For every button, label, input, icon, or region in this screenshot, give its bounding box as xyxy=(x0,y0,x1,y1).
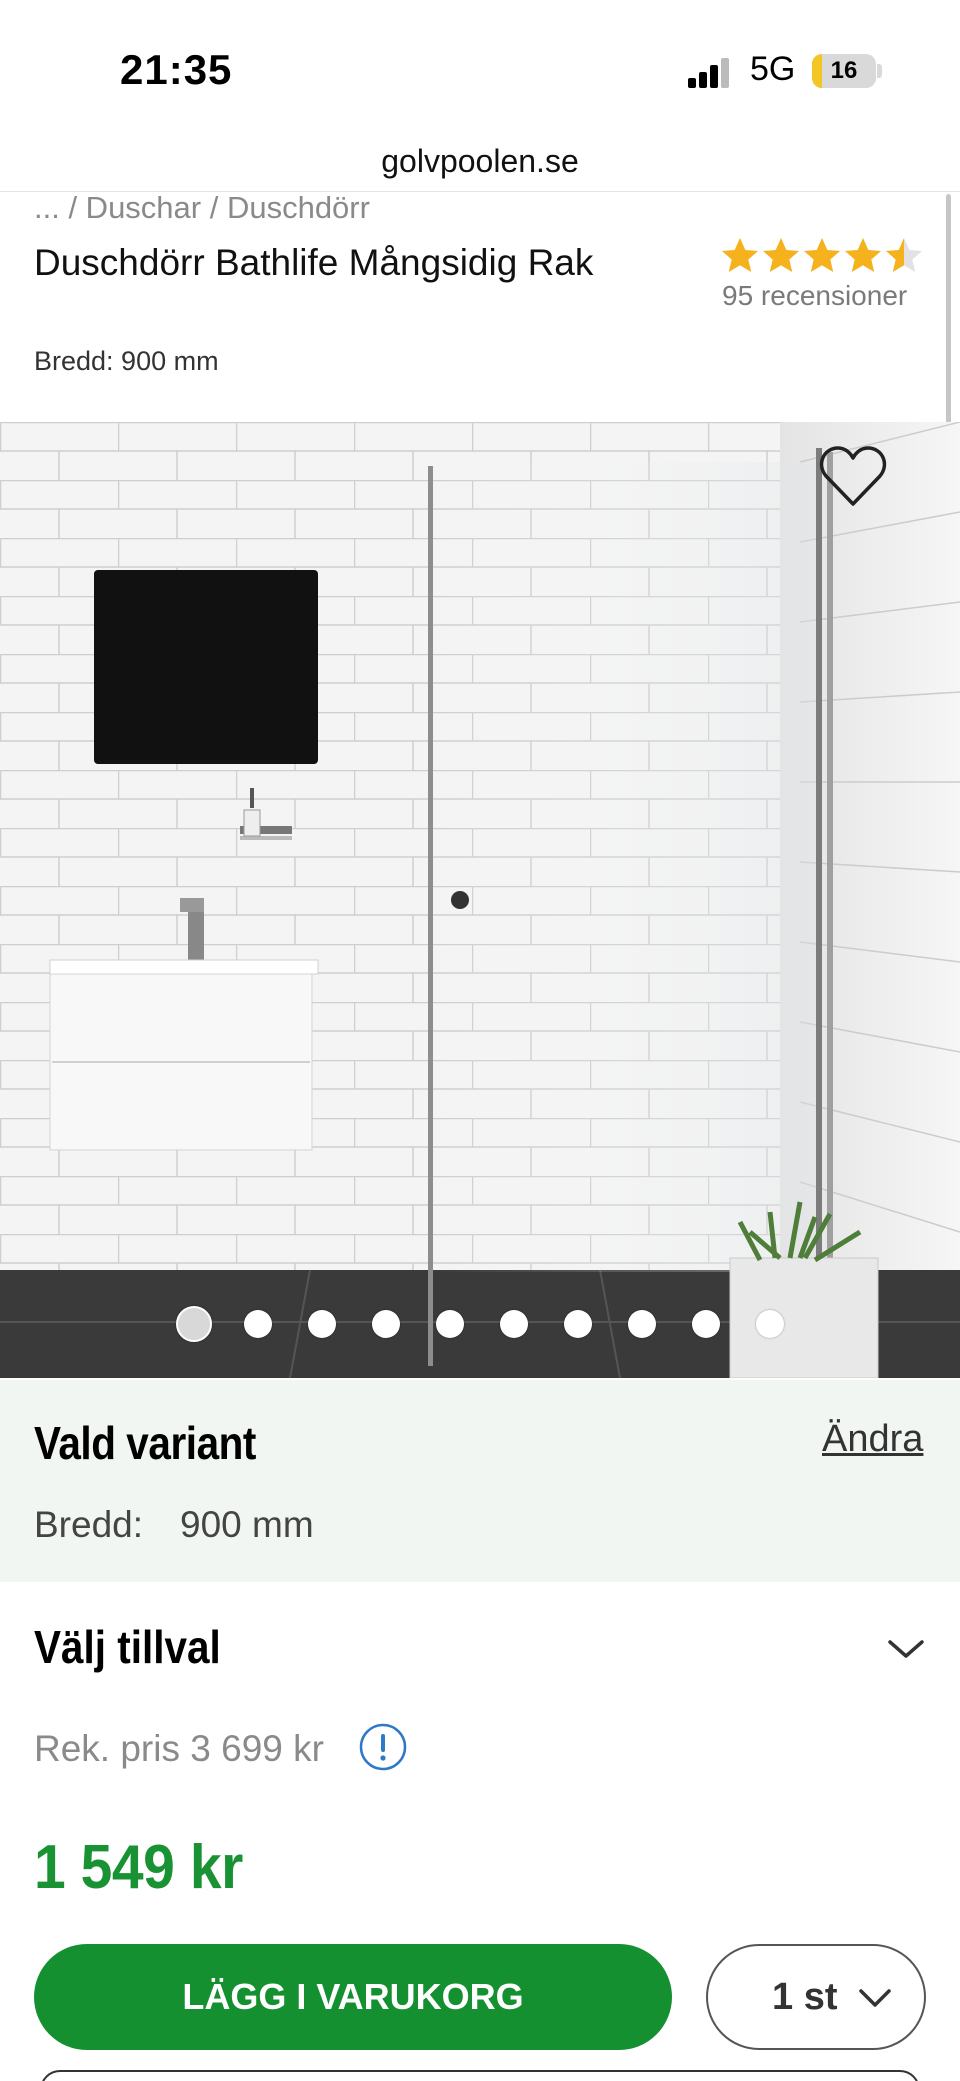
battery-level: 16 xyxy=(830,57,858,84)
chevron-down-icon xyxy=(859,1989,891,2007)
variant-width-value: 900 mm xyxy=(180,1504,314,1545)
carousel-dot[interactable] xyxy=(564,1310,592,1338)
options-heading: Välj tillval xyxy=(34,1621,221,1673)
carousel-dot[interactable] xyxy=(692,1310,720,1338)
battery-icon: 16 xyxy=(812,54,876,88)
product-title: Duschdörr Bathlife Mångsidig Rak xyxy=(34,242,594,283)
star-icon xyxy=(845,238,881,272)
carousel-dot[interactable] xyxy=(756,1310,784,1338)
signal-icon xyxy=(688,58,729,88)
rating-stars[interactable] xyxy=(720,236,930,276)
product-width-subtitle: Bredd: 900 mm xyxy=(34,346,219,376)
add-to-cart-button[interactable]: LÄGG I VARUKORG xyxy=(34,1944,672,2050)
secondary-button-edge[interactable] xyxy=(40,2070,920,2081)
status-bar: 21:35 5G 16 xyxy=(0,0,960,130)
network-type: 5G xyxy=(750,50,796,88)
recommended-price: Rek. pris 3 699 kr xyxy=(34,1728,324,1769)
url-bar[interactable]: golvpoolen.se xyxy=(0,130,960,192)
variant-width-label: Bredd: xyxy=(34,1504,144,1545)
product-price: 1 549 kr xyxy=(34,1833,243,1902)
carousel-dot[interactable] xyxy=(436,1310,464,1338)
battery-tip xyxy=(877,64,882,78)
carousel-dot[interactable] xyxy=(500,1310,528,1338)
bathroom-illustration xyxy=(0,422,960,1378)
carousel-dot[interactable] xyxy=(628,1310,656,1338)
chevron-down-icon[interactable] xyxy=(886,1634,926,1664)
options-accordion[interactable]: Välj tillval xyxy=(0,1582,960,1712)
image-carousel-dots[interactable] xyxy=(0,1306,960,1342)
carousel-dot[interactable] xyxy=(176,1306,212,1342)
star-icon xyxy=(886,238,922,272)
product-image[interactable] xyxy=(0,422,960,1378)
carousel-dot[interactable] xyxy=(308,1310,336,1338)
info-icon[interactable] xyxy=(358,1722,408,1772)
quantity-value: 1 st xyxy=(772,1976,838,2018)
carousel-dot[interactable] xyxy=(244,1310,272,1338)
selected-variant-panel: Vald variant Ändra Bredd: 900 mm xyxy=(0,1380,960,1582)
variant-heading: Vald variant xyxy=(34,1417,256,1469)
breadcrumb[interactable]: ... / Duschar / Duschdörr xyxy=(34,190,370,226)
star-icon xyxy=(804,238,840,272)
star-icon xyxy=(722,238,758,272)
status-time: 21:35 xyxy=(120,46,233,93)
quantity-selector[interactable]: 1 st xyxy=(706,1944,926,2050)
favorite-heart-icon[interactable] xyxy=(818,446,888,508)
star-icon xyxy=(763,238,799,272)
carousel-dot[interactable] xyxy=(372,1310,400,1338)
change-variant-link[interactable]: Ändra xyxy=(822,1418,923,1461)
reviews-link[interactable]: 95 recensioner xyxy=(722,280,907,312)
